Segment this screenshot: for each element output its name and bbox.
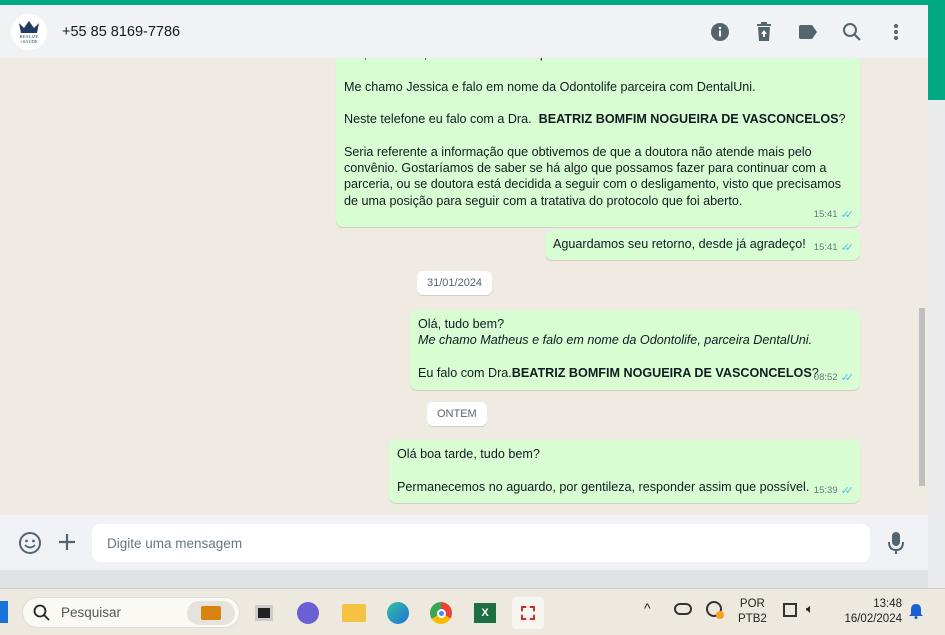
message-text: Me chamo Jessica e falo em nome da Odont… — [344, 79, 756, 94]
message-text: Olá, tudo bem? — [418, 317, 505, 331]
search-icon — [33, 604, 50, 621]
clock[interactable]: 13:48 16/02/2024 — [838, 597, 902, 627]
whatsapp-window: REALIZE +SAÚDE +55 85 8169-7786 Olá, boa… — [0, 5, 928, 570]
notification-bell-icon[interactable] — [909, 603, 923, 624]
search-icon[interactable] — [840, 20, 864, 44]
outgoing-message: Aguardamos seu retorno, desde já agradeç… — [545, 230, 860, 260]
outgoing-message: Olá, tudo bem? Me chamo Matheus e falo e… — [410, 310, 860, 390]
avatar-logo-text: REALIZE +SAÚDE — [19, 33, 39, 44]
message-time: 15:39 — [813, 484, 838, 496]
search-placeholder: Pesquisar — [61, 605, 122, 620]
start-icon[interactable] — [0, 601, 8, 623]
edge-icon[interactable] — [382, 597, 414, 629]
double-check-icon: ✓✓ — [840, 371, 855, 384]
snipping-tool-icon[interactable] — [512, 597, 544, 629]
double-check-icon: ✓✓ — [840, 484, 855, 497]
briefcase-icon — [187, 601, 235, 625]
file-explorer-icon[interactable] — [338, 597, 370, 629]
label-icon[interactable] — [796, 20, 820, 44]
sync-icon[interactable] — [706, 601, 724, 619]
double-check-icon: ✓✓ — [840, 208, 855, 221]
scrollbar-thumb[interactable] — [919, 308, 925, 486]
chevron-up-icon[interactable]: ^ — [644, 601, 651, 616]
composer: Digite uma mensagem — [0, 515, 928, 570]
onedrive-off-icon[interactable] — [674, 603, 692, 615]
taskbar-search[interactable]: Pesquisar — [22, 597, 240, 628]
teams-icon[interactable] — [292, 597, 324, 629]
avatar[interactable]: REALIZE +SAÚDE — [11, 13, 47, 50]
message-time: 15:41 — [813, 241, 838, 253]
chat-header: REALIZE +SAÚDE +55 85 8169-7786 — [0, 5, 928, 58]
message-text: Aguardamos seu retorno, desde já agradeç… — [553, 237, 806, 251]
message-text: Seria referente a informação que obtivem… — [344, 144, 845, 208]
scrollbar[interactable] — [917, 58, 927, 515]
network-icon[interactable] — [783, 603, 797, 617]
double-check-icon: ✓✓ — [840, 241, 855, 254]
outgoing-message: Olá, boa tarde, tudo bem? Estimo que sim… — [336, 40, 860, 227]
language-indicator[interactable]: POR PTB2 — [738, 597, 767, 627]
contact-name[interactable]: +55 85 8169-7786 — [62, 24, 180, 40]
microphone-icon[interactable] — [888, 531, 904, 560]
info-icon[interactable] — [708, 20, 732, 44]
more-vert-icon[interactable] — [884, 20, 908, 44]
message-time: 08:52 — [813, 371, 838, 383]
windows-taskbar: Pesquisar X ^ POR PTB2 🔈︎ 13:48 16/02/2024 — [0, 588, 945, 635]
volume-icon[interactable]: 🔈︎ — [806, 601, 814, 616]
task-view-icon[interactable] — [248, 597, 280, 629]
date-divider: ONTEM — [427, 402, 487, 426]
message-list: Olá, boa tarde, tudo bem? Estimo que sim… — [0, 40, 928, 515]
message-input[interactable]: Digite uma mensagem — [92, 524, 870, 562]
message-text: Eu falo com Dra.BEATRIZ BOMFIM NOGUEIRA … — [418, 365, 819, 380]
message-text: Permanecemos no aguardo, por gentileza, … — [397, 479, 810, 494]
emoji-icon[interactable] — [18, 531, 42, 560]
attach-plus-icon[interactable] — [57, 532, 77, 557]
outgoing-message: Olá boa tarde, tudo bem? Permanecemos no… — [389, 440, 860, 503]
excel-icon[interactable]: X — [469, 597, 501, 629]
crown-logo-icon — [19, 20, 39, 33]
trash-icon[interactable] — [752, 20, 776, 44]
chrome-icon[interactable] — [425, 597, 457, 629]
date-divider: 31/01/2024 — [417, 271, 493, 295]
message-time: 15:41 — [813, 208, 838, 220]
background-strip — [928, 100, 945, 588]
message-text: Olá boa tarde, tudo bem? — [397, 447, 540, 461]
message-text: Me chamo Matheus e falo em nome da Odont… — [418, 333, 813, 348]
message-text: Neste telefone eu falo com a Dra. BEATRI… — [344, 112, 846, 127]
